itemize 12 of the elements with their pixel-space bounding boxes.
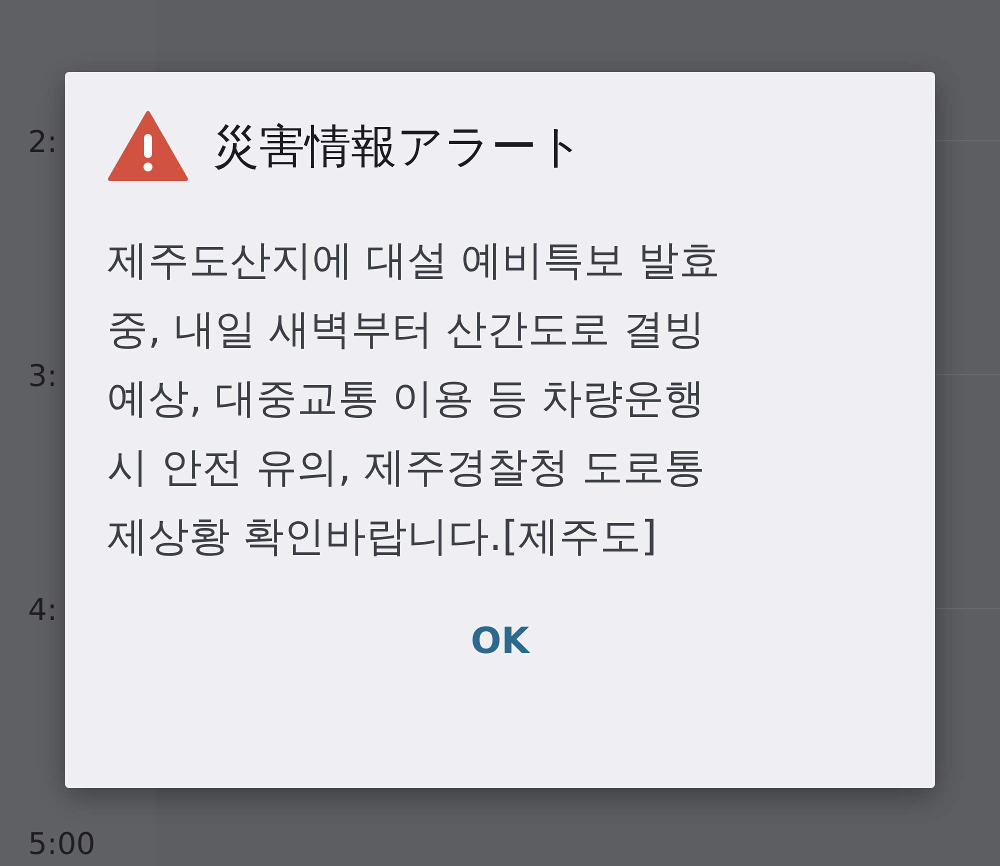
alert-message-line: 시 안전 유의, 제주경찰청 도로통 xyxy=(107,442,706,493)
hour-label: 2: xyxy=(28,128,58,158)
alert-message-line: 제주도산지에 대설 예비특보 발효 xyxy=(107,235,722,286)
alert-message-line: 제상황 확인바랍니다.[제주도] xyxy=(107,511,658,562)
hour-label: 4: xyxy=(28,596,58,626)
alert-title: 災害情報アラート xyxy=(213,118,584,174)
hour-label: 3: xyxy=(28,362,58,392)
alert-message-line: 예상, 대중교통 이용 등 차량운행 xyxy=(107,373,706,424)
warning-icon xyxy=(107,110,189,182)
alert-message-line: 중, 내일 새벽부터 산간도로 결빙 xyxy=(107,304,706,355)
hour-label: 5:00 xyxy=(28,830,96,860)
ok-button[interactable]: OK xyxy=(454,611,546,673)
